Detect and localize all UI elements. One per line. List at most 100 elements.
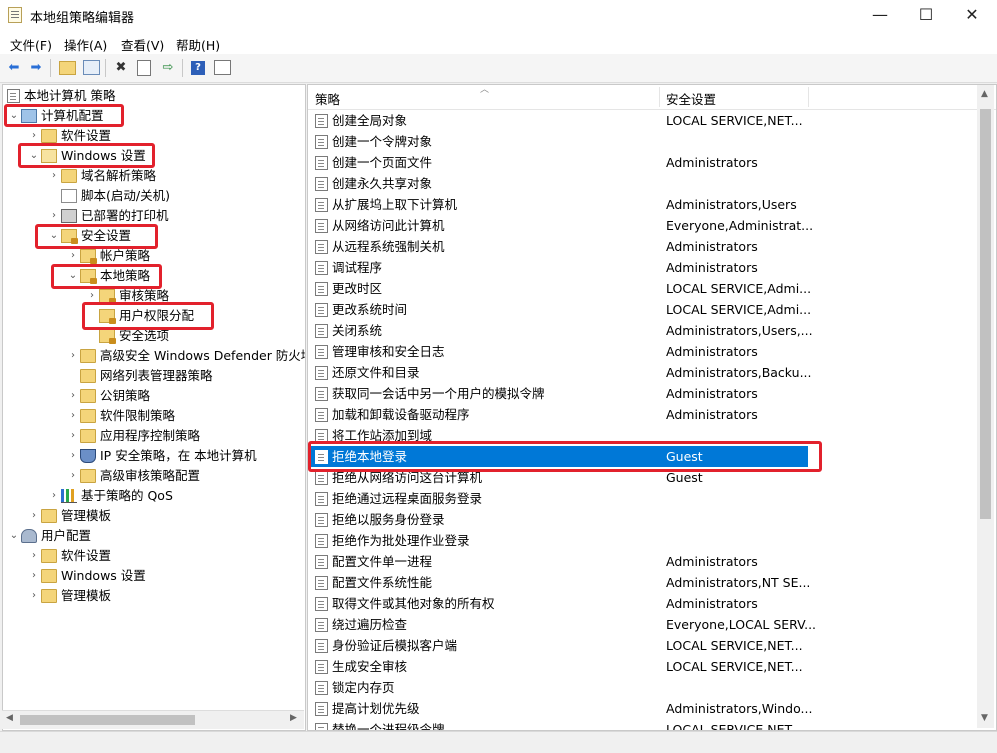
tree-item[interactable]: › 管理模板 <box>27 586 111 606</box>
chevron-right-icon[interactable]: › <box>47 206 61 226</box>
table-row[interactable]: 更改时区 LOCAL SERVICE,Admi... <box>308 278 811 299</box>
chevron-right-icon[interactable]: › <box>27 126 41 146</box>
table-row[interactable]: 将工作站添加到域 <box>308 425 808 446</box>
chevron-right-icon[interactable]: › <box>66 426 80 446</box>
tree-item[interactable]: › 管理模板 <box>27 506 111 526</box>
tree-item[interactable]: 网络列表管理器策略 <box>66 366 213 386</box>
table-row[interactable]: 拒绝以服务身份登录 <box>308 509 808 530</box>
tree-item[interactable]: › 公钥策略 <box>66 386 150 406</box>
chevron-right-icon[interactable]: › <box>66 386 80 406</box>
show-hide-tree-icon[interactable] <box>81 58 101 78</box>
scroll-left-icon[interactable]: ◀ <box>6 713 13 723</box>
tree-item[interactable]: › 高级安全 Windows Defender 防火墙 <box>66 346 305 366</box>
tree-item[interactable]: › 基于策略的 QoS <box>47 486 173 506</box>
table-row[interactable]: 加载和卸载设备驱动程序 Administrators <box>308 404 808 425</box>
tree-root[interactable]: 本地计算机 策略 <box>7 86 115 106</box>
scroll-down-icon[interactable]: ▼ <box>981 713 988 723</box>
chevron-right-icon[interactable]: › <box>27 546 41 566</box>
chevron-right-icon[interactable]: › <box>47 486 61 506</box>
menu-action[interactable]: 操作(A) <box>64 35 107 54</box>
table-row[interactable]: 替换一个进程级令牌 LOCAL SERVICE,NET... <box>308 719 808 730</box>
tree-item[interactable]: ⌄ 用户配置 <box>7 526 91 546</box>
table-row[interactable]: 绕过遍历检查 Everyone,LOCAL SERV... <box>308 614 816 635</box>
tree-item[interactable]: ⌄ Windows 设置 <box>27 146 146 166</box>
close-button[interactable]: ✕ <box>949 0 995 30</box>
chevron-right-icon[interactable]: › <box>66 406 80 426</box>
export-icon[interactable]: ⇨ <box>158 58 178 78</box>
table-row[interactable]: 拒绝通过远程桌面服务登录 <box>308 488 808 509</box>
menu-help[interactable]: 帮助(H) <box>176 35 220 54</box>
chevron-down-icon[interactable]: ⌄ <box>66 266 80 286</box>
table-row[interactable]: 从扩展坞上取下计算机 Administrators,Users <box>308 194 808 215</box>
table-row[interactable]: 锁定内存页 <box>308 677 808 698</box>
chevron-down-icon[interactable]: ⌄ <box>7 106 21 126</box>
forward-icon[interactable]: ➡ <box>26 58 46 78</box>
tree-item[interactable]: › 高级审核策略配置 <box>66 466 200 486</box>
chevron-right-icon[interactable]: › <box>66 246 80 266</box>
tree-item[interactable]: ⌄ 安全设置 <box>47 226 131 246</box>
table-row[interactable]: 创建全局对象 LOCAL SERVICE,NET... <box>308 110 808 131</box>
table-row[interactable]: 拒绝本地登录 Guest <box>308 446 808 467</box>
policy-list-pane[interactable]: ︿ 策略 安全设置 创建全局对象 LOCAL SERVICE,NET... 创建一个… <box>307 84 997 731</box>
delete-icon[interactable]: ✖ <box>111 58 131 78</box>
table-row[interactable]: 创建一个页面文件 Administrators <box>308 152 808 173</box>
tree-item[interactable]: › 软件限制策略 <box>66 406 175 426</box>
tree-item[interactable]: › 应用程序控制策略 <box>66 426 200 446</box>
chevron-right-icon[interactable]: › <box>47 166 61 186</box>
chevron-right-icon[interactable]: › <box>66 446 80 466</box>
table-row[interactable]: 生成安全审核 LOCAL SERVICE,NET... <box>308 656 808 677</box>
tree-item[interactable]: › 已部署的打印机 <box>47 206 169 226</box>
up-folder-icon[interactable] <box>57 58 77 78</box>
table-row[interactable]: 关闭系统 Administrators,Users,... <box>308 320 813 341</box>
chevron-right-icon[interactable]: › <box>27 506 41 526</box>
chevron-right-icon[interactable]: › <box>27 586 41 606</box>
tree-item[interactable]: › 帐户策略 <box>66 246 150 266</box>
menu-view[interactable]: 查看(V) <box>121 35 164 54</box>
tree-item[interactable]: › 软件设置 <box>27 126 111 146</box>
table-row[interactable]: 配置文件单一进程 Administrators <box>308 551 808 572</box>
chevron-down-icon[interactable]: ⌄ <box>47 226 61 246</box>
tree-item[interactable]: › IP 安全策略，在 本地计算机 <box>66 446 257 466</box>
table-row[interactable]: 更改系统时间 LOCAL SERVICE,Admi... <box>308 299 811 320</box>
table-row[interactable]: 身份验证后模拟客户端 LOCAL SERVICE,NET... <box>308 635 808 656</box>
table-row[interactable]: 配置文件系统性能 Administrators,NT SE... <box>308 572 810 593</box>
chevron-down-icon[interactable]: ⌄ <box>7 526 21 546</box>
view-icon[interactable] <box>212 58 232 78</box>
chevron-right-icon[interactable]: › <box>66 466 80 486</box>
table-row[interactable]: 提高计划优先级 Administrators,Windo... <box>308 698 812 719</box>
tree-item[interactable]: 用户权限分配 <box>85 306 194 326</box>
chevron-right-icon[interactable]: › <box>66 346 80 366</box>
table-row[interactable]: 从网络访问此计算机 Everyone,Administrat... <box>308 215 813 236</box>
table-row[interactable]: 管理审核和安全日志 Administrators <box>308 341 808 362</box>
table-row[interactable]: 创建永久共享对象 <box>308 173 808 194</box>
chevron-right-icon[interactable]: › <box>85 286 99 306</box>
tree-item[interactable]: 安全选项 <box>85 326 169 346</box>
chevron-right-icon[interactable]: › <box>27 566 41 586</box>
table-row[interactable]: 获取同一会话中另一个用户的模拟令牌 Administrators <box>308 383 808 404</box>
properties-icon[interactable] <box>134 58 154 78</box>
back-icon[interactable]: ⬅ <box>4 58 24 78</box>
table-row[interactable]: 拒绝从网络访问这台计算机 Guest <box>308 467 808 488</box>
tree-item[interactable]: › 审核策略 <box>85 286 169 306</box>
tree-horizontal-scrollbar[interactable]: ◀ ▶ <box>2 710 304 729</box>
help-icon[interactable]: ? <box>188 58 208 78</box>
tree-item[interactable]: › Windows 设置 <box>27 566 146 586</box>
minimize-button[interactable]: — <box>857 0 903 30</box>
tree-pane[interactable]: 本地计算机 策略 ⌄ 计算机配置 › 软件设置 ⌄ Windows 设置 › 域名解析策略 脚本… <box>2 84 306 731</box>
column-header-security-setting[interactable]: 安全设置 <box>666 89 716 108</box>
column-header-policy[interactable]: 策略 <box>315 89 340 108</box>
table-row[interactable]: 取得文件或其他对象的所有权 Administrators <box>308 593 808 614</box>
table-row[interactable]: 还原文件和目录 Administrators,Backu... <box>308 362 812 383</box>
table-row[interactable]: 拒绝作为批处理作业登录 <box>308 530 808 551</box>
tree-item[interactable]: ⌄ 计算机配置 <box>7 106 104 126</box>
list-vertical-scrollbar[interactable]: ▲ ▼ <box>977 85 994 728</box>
tree-item[interactable]: ⌄ 本地策略 <box>66 266 150 286</box>
scroll-right-icon[interactable]: ▶ <box>290 713 297 723</box>
scroll-up-icon[interactable]: ▲ <box>981 89 988 99</box>
table-row[interactable]: 从远程系统强制关机 Administrators <box>308 236 808 257</box>
chevron-down-icon[interactable]: ⌄ <box>27 146 41 166</box>
maximize-button[interactable]: ☐ <box>903 0 949 30</box>
tree-item[interactable]: › 域名解析策略 <box>47 166 156 186</box>
menu-file[interactable]: 文件(F) <box>10 35 52 54</box>
table-row[interactable]: 创建一个令牌对象 <box>308 131 808 152</box>
